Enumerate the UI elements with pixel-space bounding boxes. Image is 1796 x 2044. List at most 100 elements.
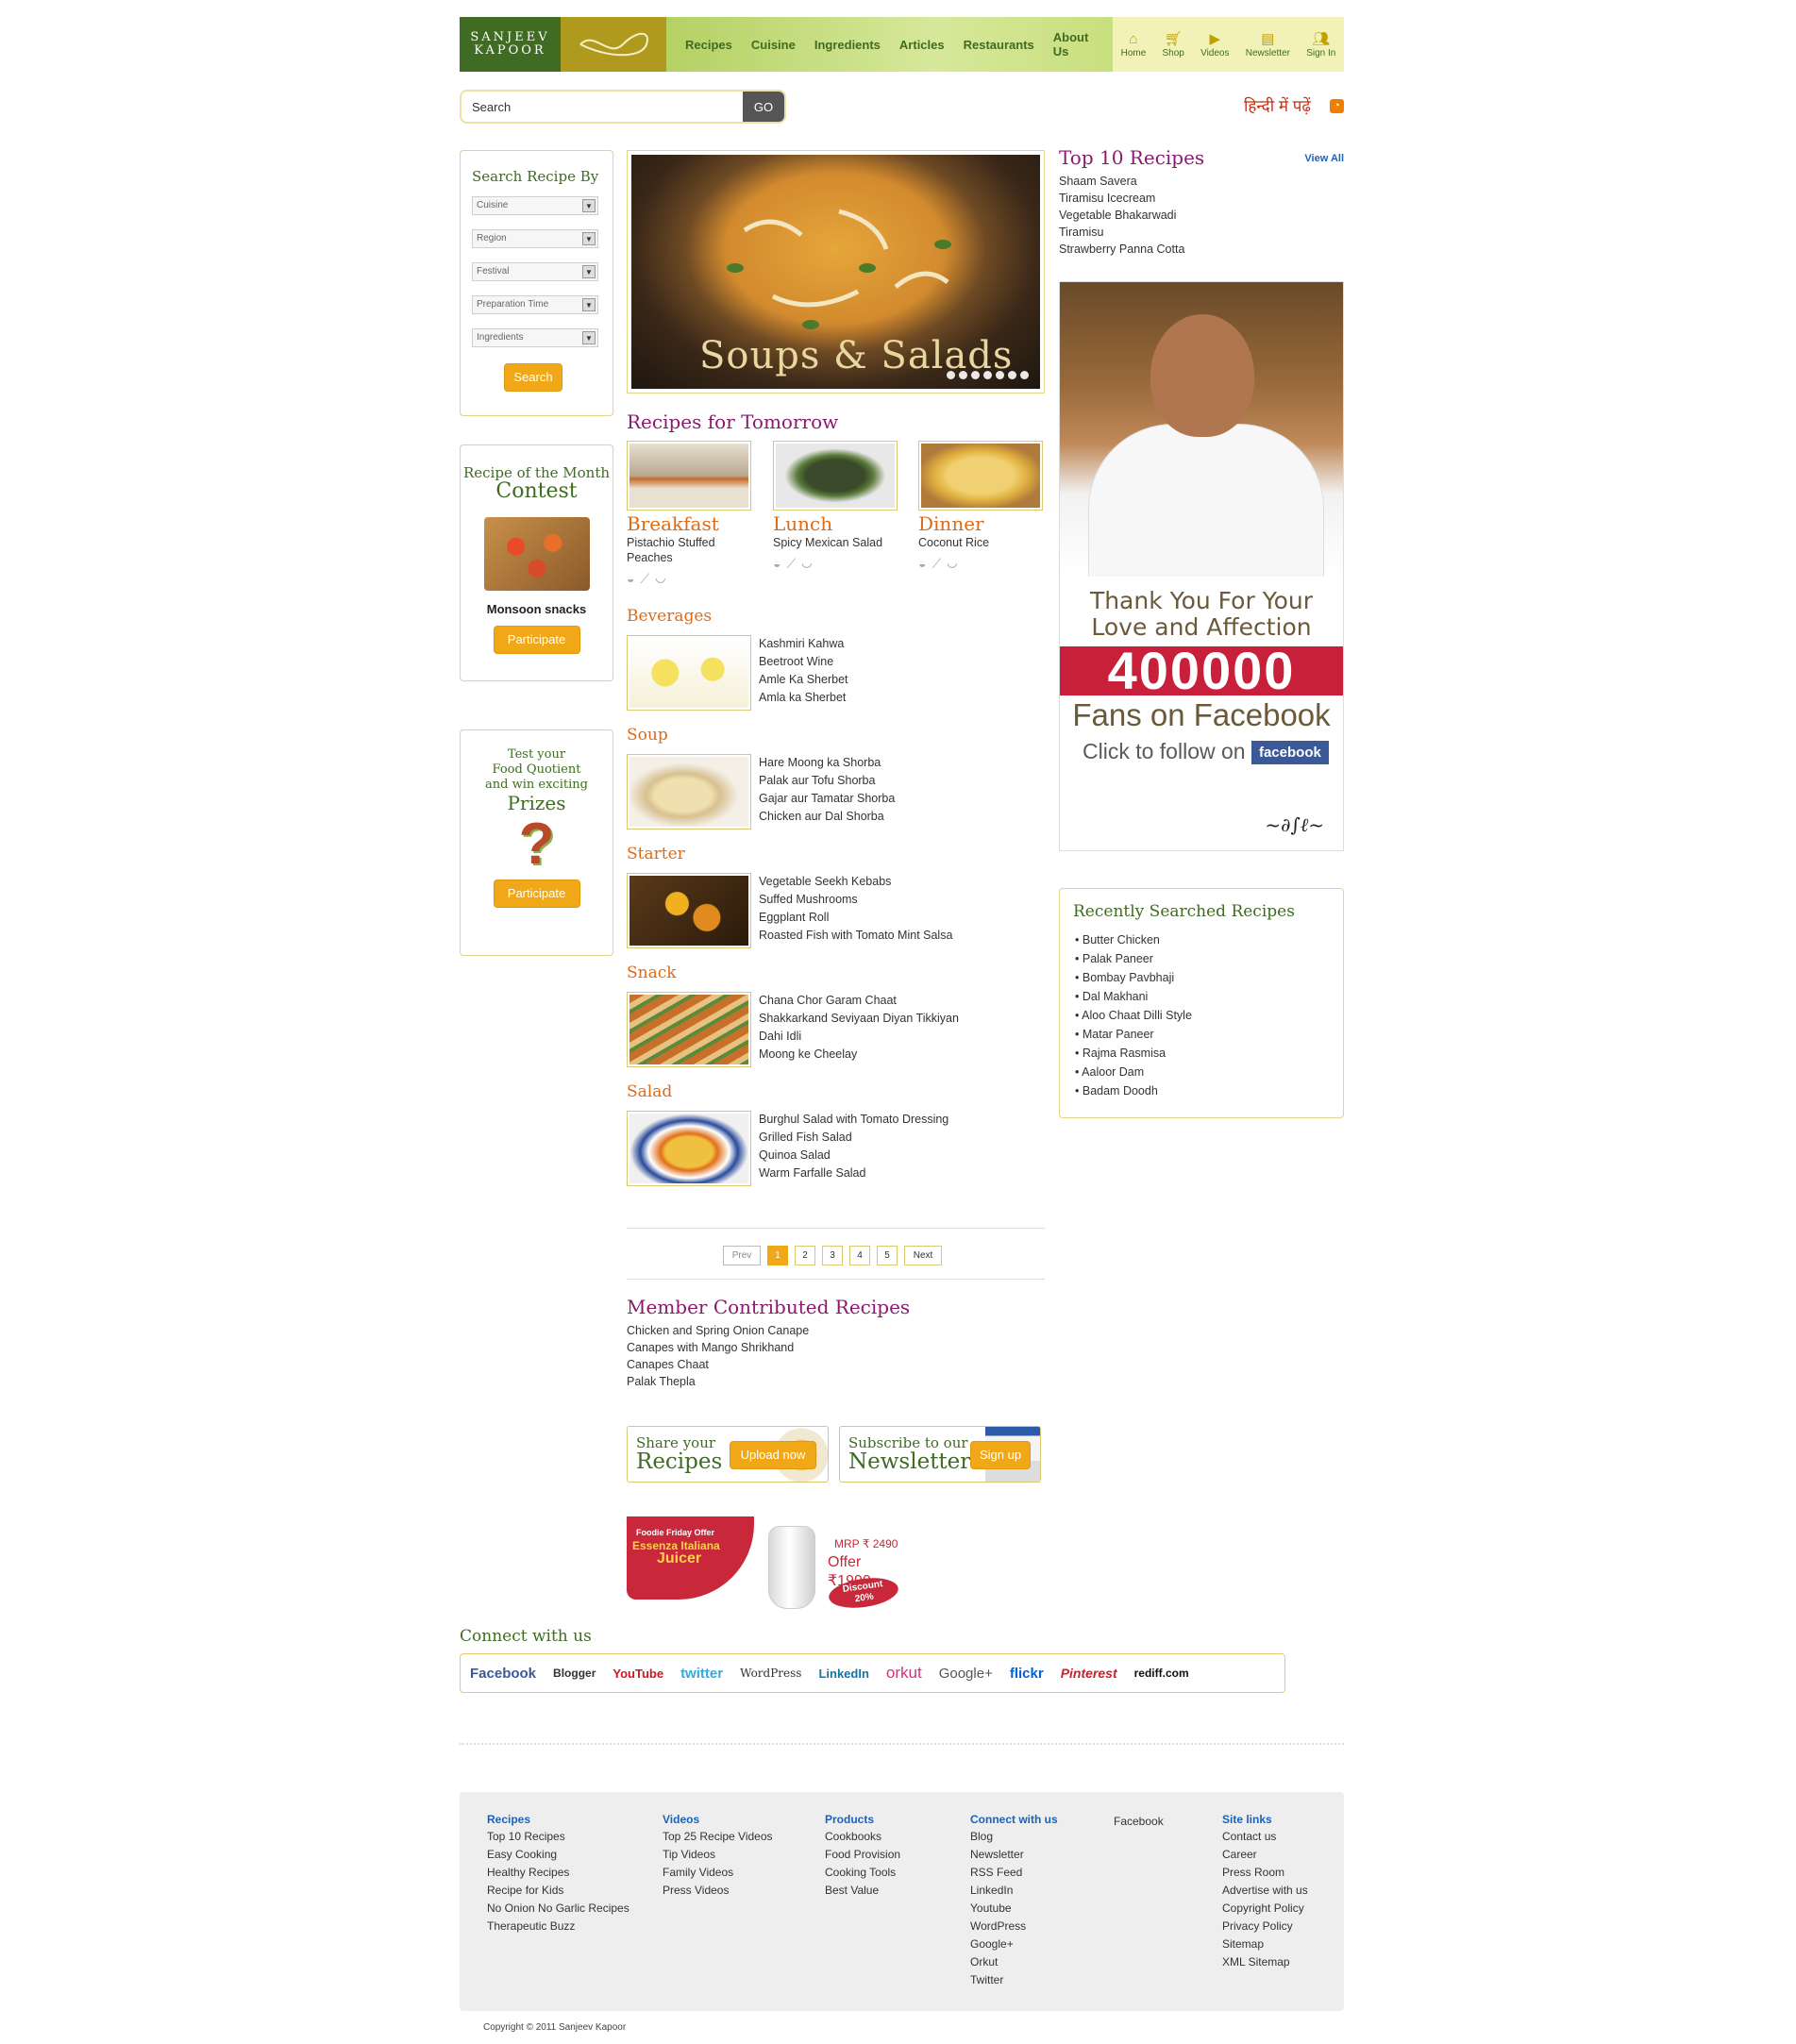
footer-link[interactable]: Therapeutic Buzz [487, 1918, 629, 1935]
quiz-participate-button[interactable]: Participate [493, 880, 580, 908]
recipe-link[interactable]: Kashmiri Kahwa [759, 635, 848, 653]
slide-dot[interactable] [983, 371, 992, 379]
nav-about-us[interactable]: About Us [1053, 30, 1103, 59]
nav-articles[interactable]: Articles [899, 38, 945, 52]
footer-link[interactable]: LinkedIn [970, 1882, 1058, 1900]
nav-restaurants[interactable]: Restaurants [964, 38, 1034, 52]
recipe-link[interactable]: Suffed Mushrooms [759, 891, 952, 909]
footer-link[interactable]: Youtube [970, 1900, 1058, 1918]
footer-link[interactable]: Newsletter [970, 1846, 1058, 1864]
contest-participate-button[interactable]: Participate [493, 626, 580, 654]
quick-newsletter[interactable]: ▤ Newsletter [1246, 31, 1290, 59]
snack-thumb[interactable] [627, 992, 751, 1067]
quick-shop[interactable]: 🛒︎ Shop [1163, 31, 1184, 59]
google-plus-link[interactable]: Google+ [939, 1666, 993, 1682]
filter-ingredients[interactable]: Ingredients ▼ [472, 328, 598, 347]
quick-home[interactable]: ⌂ Home [1121, 31, 1147, 59]
footer-col-title[interactable]: Site links [1222, 1813, 1308, 1826]
quick-videos[interactable]: ▶ Videos [1200, 31, 1229, 59]
footer-col-title[interactable]: Products [825, 1813, 900, 1826]
slide-dot[interactable] [959, 371, 967, 379]
recipe-link[interactable]: Burghul Salad with Tomato Dressing [759, 1111, 948, 1129]
footer-link[interactable]: Cooking Tools [825, 1864, 900, 1882]
recipe-link[interactable]: Palak aur Tofu Shorba [759, 772, 895, 790]
footer-link[interactable]: No Onion No Garlic Recipes [487, 1900, 629, 1918]
footer-link[interactable]: Best Value [825, 1882, 900, 1900]
wordpress-link[interactable]: WordPress [740, 1667, 801, 1680]
footer-link[interactable]: Food Provision [825, 1846, 900, 1864]
recent-link[interactable]: • Butter Chicken [1075, 930, 1343, 949]
slide-dot[interactable] [1020, 371, 1029, 379]
footer-link[interactable]: Family Videos [663, 1864, 773, 1882]
recent-link[interactable]: • Matar Paneer [1075, 1025, 1343, 1044]
footer-link[interactable]: Recipe for Kids [487, 1882, 629, 1900]
starter-thumb[interactable] [627, 873, 751, 948]
search-go-button[interactable]: GO [743, 92, 784, 122]
page-button[interactable]: 2 [795, 1246, 815, 1265]
page-button[interactable]: 5 [877, 1246, 898, 1265]
next-page-button[interactable]: Next [904, 1246, 942, 1265]
recent-link[interactable]: • Badam Doodh [1075, 1081, 1343, 1100]
footer-link[interactable]: WordPress [970, 1918, 1058, 1935]
search-input[interactable] [462, 92, 743, 122]
juicer-ad[interactable]: Foodie Friday Offer Essenza Italiana Jui… [627, 1516, 900, 1613]
facebook-logo-icon[interactable]: facebook [1250, 741, 1329, 765]
slide-dot[interactable] [971, 371, 980, 379]
youtube-link[interactable]: YouTube [613, 1667, 663, 1681]
recent-link[interactable]: • Aaloor Dam [1075, 1063, 1343, 1081]
salad-thumb[interactable] [627, 1111, 751, 1186]
soup-thumb[interactable] [627, 754, 751, 829]
footer-link[interactable]: Career [1222, 1846, 1308, 1864]
hindi-link[interactable]: हिन्दी में पढ़ें [1244, 94, 1311, 116]
recipe-link[interactable]: Grilled Fish Salad [759, 1129, 948, 1147]
blogger-link[interactable]: Blogger [553, 1667, 596, 1680]
hero-slider[interactable]: Soups & Salads [627, 150, 1045, 394]
footer-link[interactable]: Tip Videos [663, 1846, 773, 1864]
footer-col-title[interactable]: Videos [663, 1813, 773, 1826]
rss-icon[interactable]: ◔ [1330, 99, 1344, 113]
sign-up-button[interactable]: Sign up [970, 1441, 1031, 1469]
footer-link[interactable]: RSS Feed [970, 1864, 1058, 1882]
meal-breakfast[interactable]: Breakfast Pistachio Stuffed Peaches ◒⟋◡ [627, 441, 751, 587]
footer-link[interactable]: Cookbooks [825, 1828, 900, 1846]
recipe-link[interactable]: Dahi Idli [759, 1028, 959, 1046]
footer-link[interactable]: Easy Cooking [487, 1846, 629, 1864]
filter-festival[interactable]: Festival ▼ [472, 262, 598, 281]
facebook-link[interactable]: Facebook [470, 1666, 536, 1682]
facebook-fans-ad[interactable]: Thank You For Your Love and Affection 40… [1059, 281, 1344, 851]
footer-link[interactable]: Press Room [1222, 1864, 1308, 1882]
nav-recipes[interactable]: Recipes [685, 38, 732, 52]
top10-link[interactable]: Tiramisu Icecream [1059, 190, 1344, 207]
pinterest-link[interactable]: Pinterest [1061, 1666, 1117, 1681]
footer-link[interactable]: Sitemap [1222, 1935, 1308, 1953]
footer-link[interactable]: XML Sitemap [1222, 1953, 1308, 1971]
meal-lunch[interactable]: Lunch Spicy Mexican Salad ◒⟋◡ [773, 441, 898, 572]
recipe-link[interactable]: Quinoa Salad [759, 1147, 948, 1164]
page-button[interactable]: 1 [767, 1246, 788, 1265]
recipe-link[interactable]: Hare Moong ka Shorba [759, 754, 895, 772]
footer-link[interactable]: Privacy Policy [1222, 1918, 1308, 1935]
slide-dot[interactable] [947, 371, 955, 379]
flickr-link[interactable]: flickr [1010, 1666, 1044, 1682]
recipe-link[interactable]: Roasted Fish with Tomato Mint Salsa [759, 927, 952, 945]
top10-link[interactable]: Tiramisu [1059, 224, 1344, 241]
member-recipe-link[interactable]: Canapes with Mango Shrikhand [627, 1339, 1045, 1356]
footer-link[interactable]: Healthy Recipes [487, 1864, 629, 1882]
footer-link[interactable]: Top 25 Recipe Videos [663, 1828, 773, 1846]
footer-link[interactable]: Orkut [970, 1953, 1058, 1971]
linkedin-link[interactable]: LinkedIn [818, 1667, 868, 1681]
recipe-link[interactable]: Warm Farfalle Salad [759, 1164, 948, 1182]
recipe-link[interactable]: Vegetable Seekh Kebabs [759, 873, 952, 891]
page-button[interactable]: 4 [849, 1246, 870, 1265]
top10-link[interactable]: Strawberry Panna Cotta [1059, 241, 1344, 258]
footer-link[interactable]: Contact us [1222, 1828, 1308, 1846]
view-all-link[interactable]: View All [1304, 153, 1344, 164]
member-recipe-link[interactable]: Chicken and Spring Onion Canape [627, 1322, 1045, 1339]
footer-link[interactable]: Google+ [970, 1935, 1058, 1953]
twitter-link[interactable]: twitter [680, 1666, 723, 1682]
footer-link[interactable]: Blog [970, 1828, 1058, 1846]
filter-preparation-time[interactable]: Preparation Time ▼ [472, 295, 598, 314]
quick-sign-in[interactable]: 👥︎ Sign In [1306, 31, 1335, 59]
subscribe-newsletter-promo[interactable]: Subscribe to our Newsletter Sign up [839, 1426, 1041, 1483]
filter-region[interactable]: Region ▼ [472, 229, 598, 248]
